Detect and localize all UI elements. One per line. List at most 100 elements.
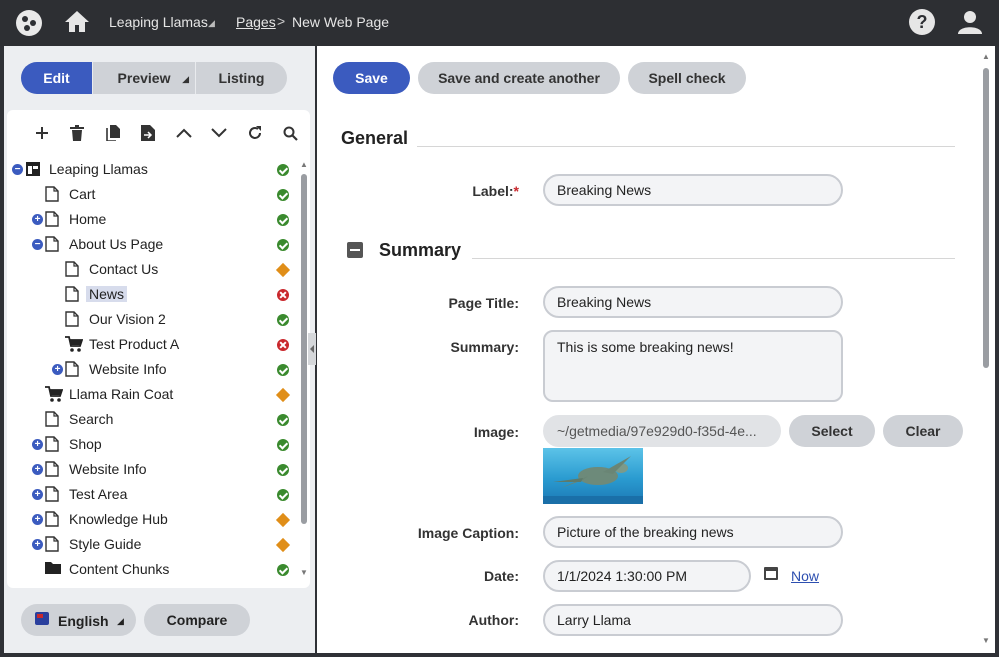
search-icon[interactable] [273, 118, 309, 148]
tree-node[interactable]: + Home [7, 207, 297, 232]
tab-preview[interactable]: Preview ◢ [93, 62, 196, 94]
tree-node[interactable]: News [7, 282, 297, 307]
page-icon [65, 261, 79, 277]
author-label: Author: [468, 612, 519, 628]
user-icon[interactable] [957, 9, 983, 35]
copy-icon[interactable] [95, 118, 131, 148]
tree-node[interactable]: + Website Info [7, 357, 297, 382]
scroll-up-icon[interactable]: ▲ [300, 160, 308, 169]
panel-splitter[interactable] [308, 333, 316, 365]
status-published-icon [277, 239, 289, 251]
author-input[interactable]: Larry Llama [543, 604, 843, 636]
tab-listing[interactable]: Listing [196, 62, 287, 94]
site-selector[interactable]: Leaping Llamas [109, 14, 208, 30]
scroll-down-icon[interactable]: ▼ [982, 636, 990, 645]
scroll-up-icon[interactable]: ▲ [982, 52, 990, 61]
collapse-node-icon[interactable]: − [12, 164, 23, 175]
site-caret-icon[interactable]: ◢ [208, 18, 215, 29]
page-icon [45, 211, 59, 227]
tree-node[interactable]: Search [7, 407, 297, 432]
expand-node-icon[interactable]: + [32, 514, 43, 525]
tree-node[interactable]: + Shop [7, 432, 297, 457]
page-icon [45, 236, 59, 252]
tree-node-label: Cart [69, 186, 96, 202]
label-field-text: Label: [472, 183, 514, 199]
tree-scrollbar[interactable]: ▲ ▼ [300, 160, 308, 580]
home-icon[interactable] [64, 9, 90, 33]
left-panel: Edit Preview ◢ Listing − Leaping Llamas … [4, 46, 315, 653]
tree-node[interactable]: Content Chunks [7, 557, 297, 577]
move-icon[interactable] [131, 118, 167, 148]
calendar-icon[interactable] [764, 567, 778, 580]
image-clear-button[interactable]: Clear [883, 415, 963, 447]
status-published-icon [277, 164, 289, 176]
move-down-icon[interactable] [202, 118, 238, 148]
save-button[interactable]: Save [333, 62, 410, 94]
app-logo-icon[interactable] [16, 10, 42, 36]
date-input[interactable]: 1/1/2024 1:30:00 PM [543, 560, 751, 592]
tree-node[interactable]: Contact Us [7, 257, 297, 282]
page-icon [45, 511, 59, 527]
tree-scrollbar-thumb[interactable] [301, 174, 307, 524]
add-icon[interactable] [24, 118, 60, 148]
tree-node[interactable]: Llama Rain Coat [7, 382, 297, 407]
tree-node[interactable]: − Leaping Llamas [7, 157, 297, 182]
collapse-node-icon[interactable]: − [32, 239, 43, 250]
compare-button[interactable]: Compare [144, 604, 250, 636]
move-up-icon[interactable] [166, 118, 202, 148]
collapse-summary-icon[interactable] [347, 242, 363, 258]
status-error-icon [277, 289, 289, 301]
image-caption-input[interactable]: Picture of the breaking news [543, 516, 843, 548]
tree-node[interactable]: Cart [7, 182, 297, 207]
refresh-icon[interactable] [237, 118, 273, 148]
tree-node[interactable]: + Knowledge Hub [7, 507, 297, 532]
content-tree: − Leaping Llamas Cart + Home − About Us Page Co… [7, 157, 297, 577]
view-mode-tabs: Edit Preview ◢ Listing [21, 62, 287, 94]
date-now-link[interactable]: Now [791, 568, 819, 584]
preview-caret-icon[interactable]: ◢ [182, 63, 189, 94]
page-icon [45, 411, 59, 427]
form-scrollbar-thumb[interactable] [983, 68, 989, 368]
tree-node[interactable]: Test Product A [7, 332, 297, 357]
image-preview-thumbnail[interactable] [543, 448, 643, 504]
tab-edit[interactable]: Edit [21, 62, 93, 94]
form-scrollbar[interactable]: ▲ ▼ [981, 52, 991, 647]
expand-node-icon[interactable]: + [52, 364, 63, 375]
spell-check-button[interactable]: Spell check [628, 62, 746, 94]
summary-label: Summary: [450, 339, 519, 355]
breadcrumb-pages-link[interactable]: Pages [236, 14, 276, 30]
tree-node-label: About Us Page [69, 236, 164, 252]
folder-icon [45, 561, 61, 577]
tree-node[interactable]: + Website Info [7, 457, 297, 482]
page-icon [65, 286, 79, 302]
tree-node[interactable]: + Style Guide [7, 532, 297, 557]
expand-node-icon[interactable]: + [32, 439, 43, 450]
summary-textarea[interactable]: This is some breaking news! [543, 330, 843, 402]
status-published-icon [277, 189, 289, 201]
page-title-input[interactable]: Breaking News [543, 286, 843, 318]
status-draft-icon [275, 262, 291, 278]
scroll-down-icon[interactable]: ▼ [300, 568, 308, 577]
page-icon [45, 486, 59, 502]
tree-node[interactable]: Our Vision 2 [7, 307, 297, 332]
tree-node[interactable]: + Test Area [7, 482, 297, 507]
status-published-icon [277, 214, 289, 226]
tree-node-label: Test Area [69, 486, 128, 502]
status-published-icon [277, 564, 289, 576]
page-icon [45, 436, 59, 452]
tree-node[interactable]: − About Us Page [7, 232, 297, 257]
site-icon [25, 161, 40, 177]
tree-node-label: Search [69, 411, 114, 427]
label-input[interactable]: Breaking News [543, 174, 843, 206]
page-icon [45, 186, 59, 202]
expand-node-icon[interactable]: + [32, 539, 43, 550]
expand-node-icon[interactable]: + [32, 464, 43, 475]
expand-node-icon[interactable]: + [32, 489, 43, 500]
help-icon[interactable]: ? [909, 9, 935, 35]
delete-icon[interactable] [60, 118, 96, 148]
save-and-create-another-button[interactable]: Save and create another [418, 62, 620, 94]
sea-turtle-image [543, 456, 643, 504]
language-selector[interactable]: English ◢ [21, 604, 136, 636]
image-select-button[interactable]: Select [789, 415, 875, 447]
expand-node-icon[interactable]: + [32, 214, 43, 225]
